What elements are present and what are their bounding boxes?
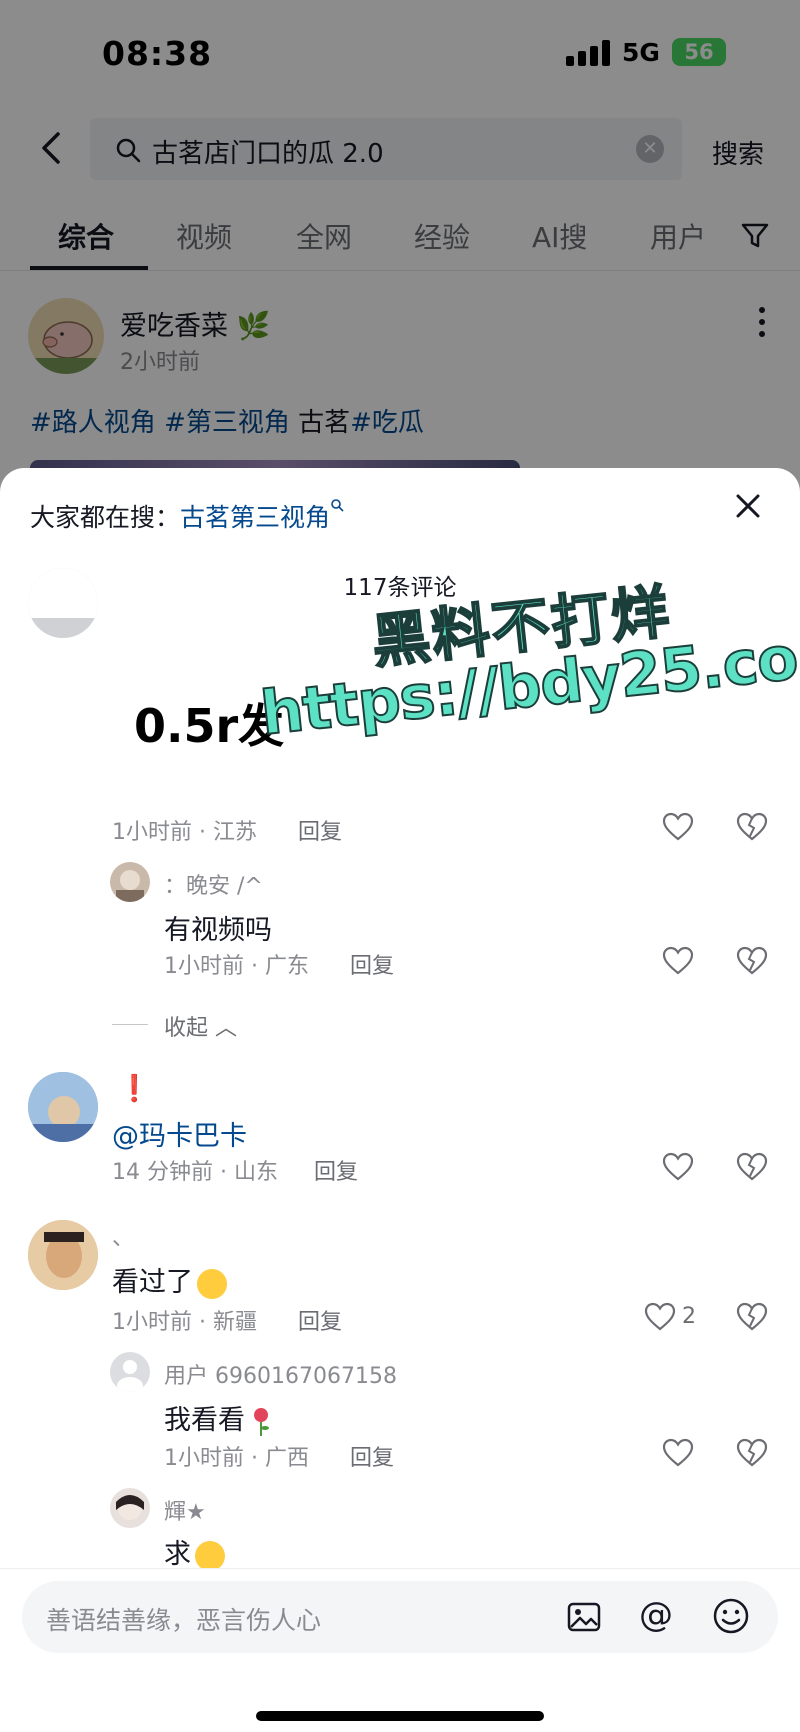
- reply-text: 有视频吗: [164, 915, 272, 946]
- hot-search-link-text: 古茗第三视角: [180, 503, 331, 532]
- reply-button[interactable]: 回复: [314, 1154, 358, 1186]
- comment-input-placeholder: 善语结善缘，恶言伤人心: [46, 1606, 322, 1635]
- heart-icon[interactable]: [662, 946, 694, 976]
- comment-meta: 1小时前 · 江苏: [112, 820, 257, 845]
- hot-search-link[interactable]: 古茗第三视角: [180, 499, 344, 532]
- like-count: 2: [682, 1304, 696, 1329]
- at-mention-icon[interactable]: @: [636, 1595, 676, 1635]
- divider: [112, 1024, 148, 1025]
- comment-username[interactable]: 、: [112, 1220, 134, 1252]
- avatar[interactable]: [28, 1220, 98, 1290]
- heart-icon[interactable]: [662, 1152, 694, 1182]
- reply-text-content: 我看看: [164, 1405, 245, 1436]
- reply-meta: 1小时前 · 广西: [164, 1446, 309, 1471]
- comment-meta: 1小时前 · 新疆: [112, 1310, 257, 1335]
- rose-emoji-icon: [254, 1407, 269, 1436]
- reply-username[interactable]: 輝★: [164, 1494, 206, 1526]
- avatar[interactable]: [110, 1488, 150, 1528]
- comment-text-content: 看过了: [112, 1267, 193, 1298]
- collapse-replies-button[interactable]: 收起 ︿: [164, 1010, 237, 1042]
- reply-meta: 1小时前 · 广东: [164, 954, 309, 979]
- reply-username[interactable]: ：晚安 /^: [164, 868, 263, 900]
- emoji-icon[interactable]: [712, 1597, 750, 1635]
- reply-button[interactable]: 回复: [298, 1304, 342, 1336]
- hot-search: 大家都在搜：古茗第三视角: [30, 498, 344, 534]
- comment-username[interactable]: ❗: [118, 1074, 150, 1104]
- reply-button[interactable]: 回复: [350, 948, 394, 980]
- broken-heart-icon[interactable]: [736, 812, 768, 842]
- pleading-emoji-icon: [195, 1540, 225, 1571]
- avatar[interactable]: [110, 862, 150, 902]
- chevron-up-icon: ︿: [215, 1016, 238, 1041]
- comment-text[interactable]: @玛卡巴卡: [112, 1114, 247, 1153]
- image-icon[interactable]: [566, 1599, 602, 1635]
- comment-text: 看过了: [112, 1260, 227, 1299]
- broken-heart-icon[interactable]: [736, 946, 768, 976]
- search-icon: [331, 499, 344, 512]
- broken-heart-icon[interactable]: [736, 1438, 768, 1468]
- reply-text: 求: [164, 1532, 225, 1571]
- hot-search-label: 大家都在搜：: [30, 503, 181, 532]
- avatar[interactable]: [28, 568, 98, 638]
- comment-input-bar: 善语结善缘，恶言伤人心 @: [0, 1568, 800, 1732]
- broken-heart-icon[interactable]: [736, 1302, 768, 1332]
- reply-button[interactable]: 回复: [350, 1440, 394, 1472]
- dim-overlay[interactable]: [0, 0, 800, 480]
- comment-sheet: 大家都在搜：古茗第三视角 117条评论 0.5r发 1小时前 · 江苏 回复 ：…: [0, 468, 800, 1732]
- heart-icon[interactable]: [662, 812, 694, 842]
- heart-icon[interactable]: [662, 1438, 694, 1468]
- home-indicator[interactable]: [256, 1711, 544, 1721]
- reply-text: 我看看: [164, 1398, 273, 1438]
- close-icon[interactable]: [734, 492, 762, 520]
- reply-button[interactable]: 回复: [298, 814, 342, 846]
- reply-text-content: 求: [164, 1539, 191, 1570]
- avatar[interactable]: [28, 1072, 98, 1142]
- comment-meta: 14 分钟前 · 山东: [112, 1160, 278, 1185]
- default-avatar-icon[interactable]: [110, 1352, 150, 1392]
- comment-input[interactable]: 善语结善缘，恶言伤人心 @: [22, 1581, 778, 1653]
- reply-username[interactable]: 用户 6960167067158: [164, 1358, 397, 1390]
- collapse-label: 收起: [164, 1016, 209, 1041]
- heart-icon[interactable]: [644, 1302, 676, 1332]
- broken-heart-icon[interactable]: [736, 1152, 768, 1182]
- laughing-emoji-icon: [197, 1268, 227, 1299]
